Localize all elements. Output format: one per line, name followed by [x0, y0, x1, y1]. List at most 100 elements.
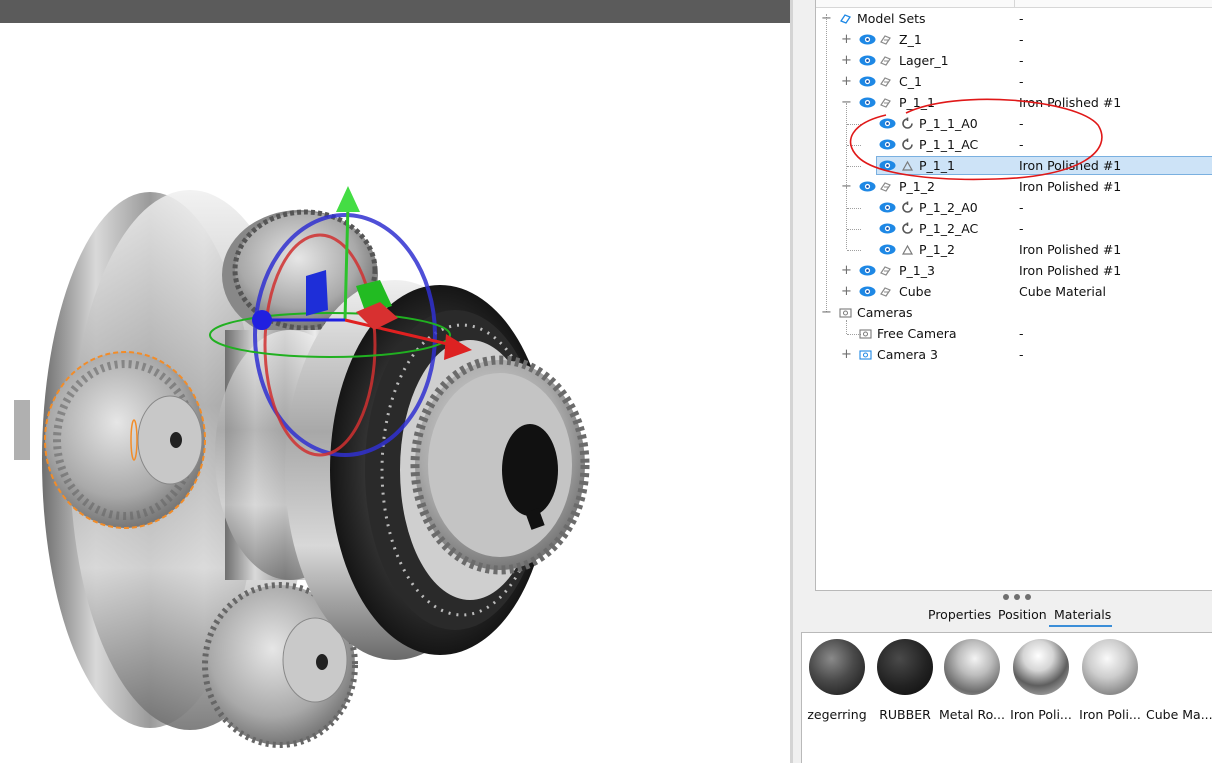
tree-row-p12-mesh[interactable]: P_1_2 Iron Polished #1: [816, 239, 1212, 260]
material-name: Metal Ro...: [939, 707, 1005, 722]
eye-icon[interactable]: [859, 286, 876, 297]
tree-row-value: -: [1019, 116, 1024, 131]
tree-row-p12[interactable]: − P_1_2 Iron Polished #1: [816, 176, 1212, 197]
tree-row-value: -: [1019, 326, 1024, 341]
eye-icon[interactable]: [859, 76, 876, 87]
eye-icon[interactable]: [879, 139, 896, 150]
tree-row-p11-ac[interactable]: P_1_1_AC -: [816, 134, 1212, 155]
collapse-icon[interactable]: −: [821, 12, 832, 25]
tree-row-name: P_1_3: [899, 263, 935, 278]
collapse-icon[interactable]: −: [841, 180, 852, 193]
tree-row-value: Iron Polished #1: [1019, 242, 1122, 257]
camera-icon: [859, 329, 872, 339]
tree-row-name: C_1: [899, 74, 922, 89]
expand-icon[interactable]: +: [841, 75, 852, 88]
model-set-icon: [880, 287, 891, 297]
tree-row-cube[interactable]: + Cube Cube Material: [816, 281, 1212, 302]
tree-row-name: P_1_2: [899, 179, 935, 194]
active-tab-indicator: [1049, 625, 1112, 627]
expand-icon[interactable]: +: [841, 264, 852, 277]
tree-row-z1[interactable]: + Z_1 -: [816, 29, 1212, 50]
tree-row-value: Iron Polished #1: [1019, 95, 1122, 110]
tree-row-name: P_1_2_AC: [919, 221, 979, 236]
tree-row-name: Lager_1: [899, 53, 949, 68]
tree-header: [816, 0, 1212, 8]
tree-row-name: Cameras: [857, 305, 913, 320]
tree-row-value: -: [1019, 221, 1024, 236]
tree-row-value: -: [1019, 11, 1024, 26]
tree-row-value: -: [1019, 347, 1024, 362]
tree-row-camera-3[interactable]: + Camera 3 -: [816, 344, 1212, 365]
tree-row-p11[interactable]: − P_1_1 Iron Polished #1: [816, 92, 1212, 113]
rotation-icon: [902, 138, 913, 150]
material-thumbnail[interactable]: zegerring: [804, 639, 870, 722]
material-preview-sphere: [809, 639, 865, 695]
model-set-icon: [880, 56, 891, 66]
model-set-icon: [880, 98, 891, 108]
expand-icon[interactable]: +: [841, 54, 852, 67]
material-name: Iron Poli...: [1079, 707, 1141, 722]
tree-row-cameras[interactable]: − Cameras: [816, 302, 1212, 323]
tab-materials[interactable]: Materials: [1054, 607, 1111, 622]
collapse-icon[interactable]: −: [841, 96, 852, 109]
model-sets-icon: [840, 14, 851, 24]
tab-properties[interactable]: Properties: [928, 607, 991, 622]
tree-row-c1[interactable]: + C_1 -: [816, 71, 1212, 92]
gear-assembly-render[interactable]: [0, 0, 790, 763]
model-set-icon: [880, 35, 891, 45]
tree-row-p12-a0[interactable]: P_1_2_A0 -: [816, 197, 1212, 218]
rotation-icon: [902, 117, 913, 129]
model-set-icon: [880, 266, 891, 276]
tree-row-p11-a0[interactable]: P_1_1_A0 -: [816, 113, 1212, 134]
expand-icon[interactable]: +: [841, 285, 852, 298]
3d-viewport[interactable]: [0, 0, 790, 763]
eye-icon[interactable]: [879, 202, 896, 213]
eye-icon[interactable]: [879, 118, 896, 129]
tree-row-p13[interactable]: + P_1_3 Iron Polished #1: [816, 260, 1212, 281]
selected-gear[interactable]: [44, 351, 206, 529]
eye-icon[interactable]: [859, 265, 876, 276]
material-preview-sphere: [877, 639, 933, 695]
splitter-dot: [1003, 594, 1009, 600]
panel-tabs: Properties Position Materials: [793, 604, 1212, 627]
eye-icon[interactable]: [859, 181, 876, 192]
tree-row-free-camera[interactable]: Free Camera -: [816, 323, 1212, 344]
eye-icon[interactable]: [879, 223, 896, 234]
tree-row-lager1[interactable]: + Lager_1 -: [816, 50, 1212, 71]
camera-icon: [859, 350, 872, 360]
model-set-icon: [880, 182, 891, 192]
eye-icon[interactable]: [859, 34, 876, 45]
tree-row-name: P_1_1_A0: [919, 116, 978, 131]
material-preview-sphere: [1013, 639, 1069, 695]
tree-row-model-sets[interactable]: − Model Sets -: [816, 8, 1212, 29]
tab-position[interactable]: Position: [998, 607, 1047, 622]
collapse-icon[interactable]: −: [821, 306, 832, 319]
eye-icon[interactable]: [859, 55, 876, 66]
expand-icon[interactable]: +: [841, 33, 852, 46]
material-name: Iron Poli...: [1010, 707, 1072, 722]
tree-row-p12-ac[interactable]: P_1_2_AC -: [816, 218, 1212, 239]
material-thumbnail[interactable]: Iron Poli...: [1008, 639, 1074, 722]
tree-row-name: P_1_2: [919, 242, 955, 257]
material-thumbnail[interactable]: Iron Poli...: [1077, 639, 1143, 722]
eye-icon[interactable]: [879, 244, 896, 255]
material-thumbnail[interactable]: Cube Ma...: [1146, 639, 1212, 722]
tree-row-p11-mesh[interactable]: P_1_1 Iron Polished #1: [816, 155, 1212, 176]
tree-row-value: -: [1019, 200, 1024, 215]
material-preview-sphere: [1151, 639, 1207, 695]
eye-icon[interactable]: [879, 160, 896, 171]
tree-row-name: Cube: [899, 284, 932, 299]
tree-row-value: Iron Polished #1: [1019, 263, 1122, 278]
material-name: Cube Ma...: [1146, 707, 1212, 722]
tree-row-value: -: [1019, 74, 1024, 89]
mesh-icon: [901, 160, 914, 171]
material-preview-sphere: [1082, 639, 1138, 695]
tree-row-value: -: [1019, 53, 1024, 68]
tree-row-name: P_1_1_AC: [919, 137, 979, 152]
splitter-dot: [1025, 594, 1031, 600]
expand-icon[interactable]: +: [841, 348, 852, 361]
material-thumbnail[interactable]: RUBBER: [872, 639, 938, 722]
eye-icon[interactable]: [859, 97, 876, 108]
front-gear: [410, 355, 590, 575]
material-thumbnail[interactable]: Metal Ro...: [939, 639, 1005, 722]
